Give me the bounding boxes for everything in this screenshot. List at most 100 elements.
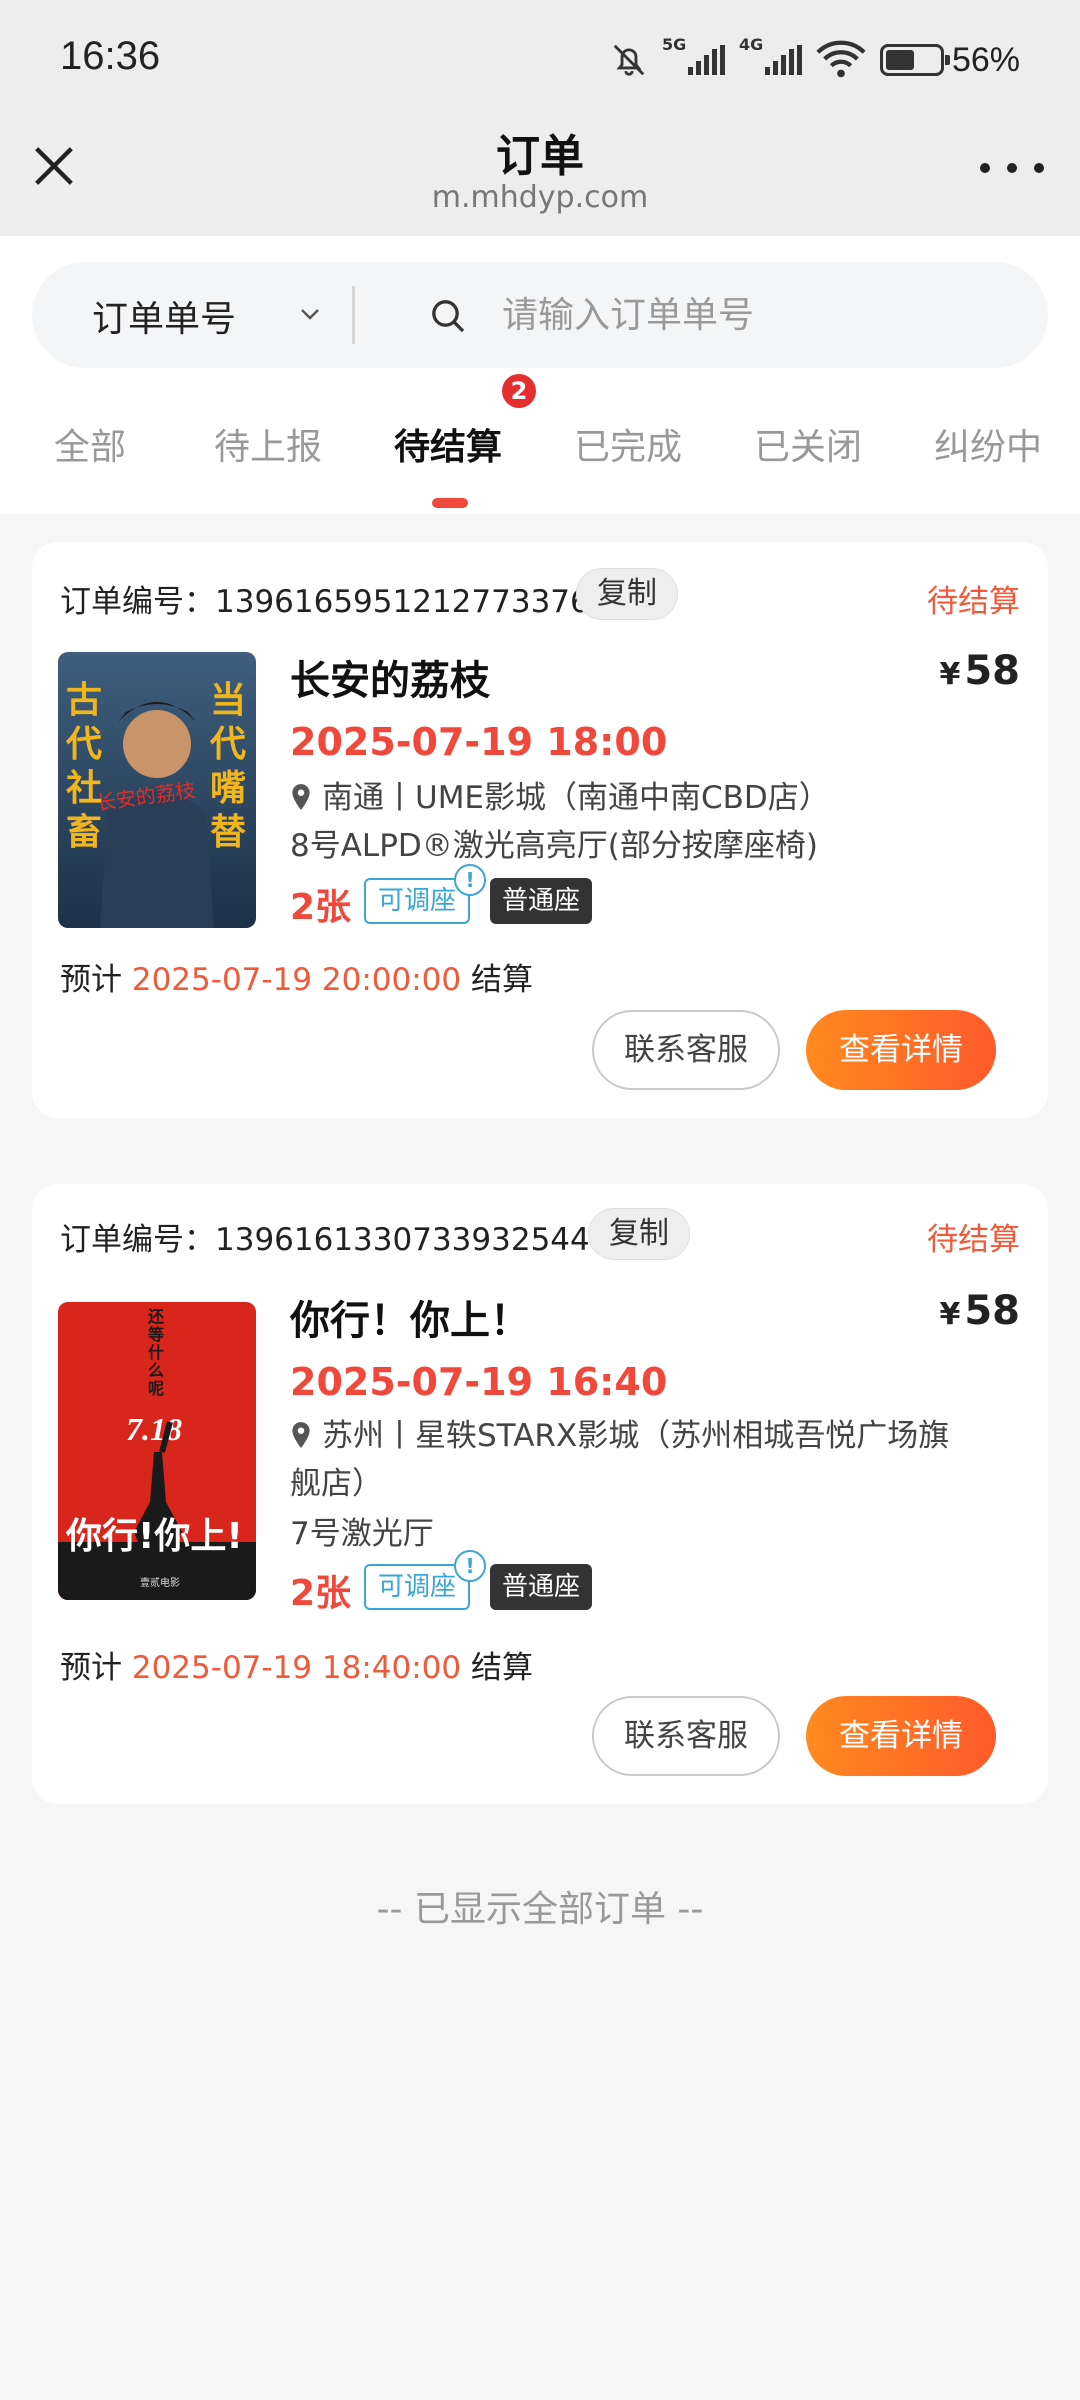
page-url: m.mhdyp.com: [431, 180, 649, 215]
page-title: 订单: [496, 131, 584, 182]
order-number-value: 1396165951212773376: [215, 584, 590, 620]
settle-prefix: 预计: [60, 962, 122, 998]
svg-text:社: 社: [66, 768, 102, 809]
svg-text:当: 当: [210, 680, 246, 721]
svg-text:壹贰电影: 壹贰电影: [140, 1576, 180, 1589]
settlement-estimate: 预计 2025-07-19 18:40:00 结算: [60, 1642, 533, 1687]
info-icon[interactable]: !: [454, 1550, 486, 1582]
svg-text:畜: 畜: [66, 812, 102, 853]
svg-text:么: 么: [148, 1361, 164, 1380]
svg-text:代: 代: [209, 724, 246, 765]
svg-text:还: 还: [147, 1307, 165, 1326]
settle-suffix: 结算: [470, 962, 533, 998]
settle-suffix: 结算: [470, 1650, 533, 1686]
order-number: 订单编号：1396165951212773376: [60, 576, 590, 621]
settle-time: 2025-07-19 20:00:00: [131, 962, 462, 998]
ticket-quantity: 2张: [290, 1573, 352, 1614]
battery-icon: [879, 44, 950, 76]
tab-badge: 2: [502, 374, 536, 408]
more-icon[interactable]: [980, 154, 1044, 182]
header-panel: 订单单号 全部 待上报 待结算 2 已完成 已关闭 纠纷中: [0, 236, 1080, 514]
svg-text:代: 代: [65, 724, 102, 765]
signal-4g-icon: 4G: [739, 35, 802, 75]
settle-time: 2025-07-19 18:40:00: [131, 1650, 462, 1686]
net-4g-label: 4G: [738, 35, 764, 54]
net-5g-label: 5G: [661, 35, 687, 54]
cinema-address: 苏州丨星轶STARX影城（苏州相城吾悦广场旗舰店）: [290, 1412, 970, 1508]
movie-title: 你行！你上！: [290, 1298, 530, 1344]
tab-all[interactable]: 全部: [54, 418, 126, 470]
settlement-estimate: 预计 2025-07-19 20:00:00 结算: [60, 954, 533, 999]
signal-5g-icon: 5G: [662, 35, 725, 75]
svg-text:呢: 呢: [148, 1379, 164, 1398]
order-status: 待结算: [927, 584, 1020, 620]
view-details-button[interactable]: 查看详情: [806, 1696, 996, 1776]
info-icon[interactable]: !: [454, 864, 486, 896]
settle-prefix: 预计: [60, 1650, 122, 1686]
order-number-value: 1396161330733932544: [215, 1222, 590, 1258]
nav-bar: 订单 m.mhdyp.com: [0, 120, 1080, 236]
show-time: 2025-07-19 18:00: [290, 720, 668, 764]
movie-title: 长安的荔枝: [290, 658, 490, 704]
wifi-icon: [816, 40, 866, 78]
order-number-label: 订单编号：: [60, 584, 215, 620]
order-number-label: 订单编号：: [60, 1222, 215, 1258]
copy-button[interactable]: 复制: [576, 568, 678, 620]
show-time: 2025-07-19 16:40: [290, 1360, 668, 1404]
movie-poster[interactable]: 长安的荔枝 古代社畜 当代嘴替: [58, 652, 256, 928]
svg-text:嘴: 嘴: [210, 768, 246, 809]
order-card: 订单编号：1396165951212773376 复制 待结算 长安的荔枝 古代…: [32, 542, 1048, 1118]
tab-dispute[interactable]: 纠纷中: [934, 418, 1042, 470]
currency-symbol: ¥: [939, 1297, 961, 1332]
tab-pending-settlement[interactable]: 待结算: [394, 418, 502, 470]
status-time: 16:36: [60, 34, 161, 78]
seat-type-tag: 普通座: [490, 878, 593, 924]
cinema-name: 南通丨UME影城（南通中南CBD店）: [322, 780, 830, 816]
price-value: 58: [964, 1288, 1020, 1334]
price-value: 58: [964, 648, 1020, 694]
svg-text:7.18: 7.18: [126, 1411, 182, 1447]
active-tab-indicator: [432, 498, 468, 508]
chevron-down-icon[interactable]: [298, 302, 322, 326]
currency-symbol: ¥: [939, 657, 961, 692]
contact-service-button[interactable]: 联系客服: [592, 1696, 780, 1776]
poster-image: 长安的荔枝 古代社畜 当代嘴替: [58, 652, 256, 928]
search-input[interactable]: [502, 286, 1022, 344]
svg-text:古: 古: [66, 680, 102, 721]
contact-service-button[interactable]: 联系客服: [592, 1010, 780, 1090]
search-divider: [352, 286, 355, 344]
location-pin-icon: [292, 1422, 310, 1448]
view-details-button[interactable]: 查看详情: [806, 1010, 996, 1090]
order-card: 订单编号：1396161330733932544 复制 待结算 还等什么呢 7.…: [32, 1184, 1048, 1804]
battery-percent: 56%: [951, 40, 1020, 79]
mute-bell-icon: [613, 44, 645, 76]
order-price: ¥58: [939, 1288, 1020, 1334]
cinema-name: 苏州丨星轶STARX影城（苏州相城吾悦广场旗舰店）: [290, 1418, 950, 1502]
status-bar: 16:36 5G 4G 56%: [0, 0, 1080, 120]
seat-type-tag: 普通座: [490, 1564, 593, 1610]
search-type-select[interactable]: 订单单号: [92, 290, 236, 342]
search-bar: 订单单号: [32, 262, 1048, 368]
tab-closed[interactable]: 已关闭: [754, 418, 862, 470]
status-icons: 5G 4G 56%: [610, 35, 1020, 84]
copy-button[interactable]: 复制: [588, 1208, 690, 1260]
svg-text:你行!你上!: 你行!你上!: [65, 1516, 243, 1557]
battery-indicator: 56%: [879, 40, 1020, 80]
tab-pending-report[interactable]: 待上报: [214, 418, 322, 470]
order-tabs: 全部 待上报 待结算 2 已完成 已关闭 纠纷中: [0, 374, 1080, 514]
ticket-quantity: 2张: [290, 887, 352, 928]
order-status: 待结算: [927, 1222, 1020, 1258]
poster-image: 还等什么呢 7.18 你行!你上! 壹贰电影: [58, 1302, 256, 1600]
location-pin-icon: [292, 784, 310, 810]
search-icon: [432, 300, 465, 333]
svg-text:等: 等: [147, 1325, 164, 1344]
hall-name: 7号激光厅: [290, 1516, 434, 1552]
cinema-address: 南通丨UME影城（南通中南CBD店）: [290, 774, 990, 822]
order-price: ¥58: [939, 648, 1020, 694]
tab-completed[interactable]: 已完成: [574, 418, 682, 470]
end-of-list-note: -- 已显示全部订单 --: [376, 1889, 704, 1930]
svg-text:什: 什: [148, 1343, 164, 1362]
svg-text:替: 替: [210, 812, 246, 853]
movie-poster[interactable]: 还等什么呢 7.18 你行!你上! 壹贰电影: [58, 1302, 256, 1600]
order-number: 订单编号：1396161330733932544: [60, 1214, 590, 1259]
